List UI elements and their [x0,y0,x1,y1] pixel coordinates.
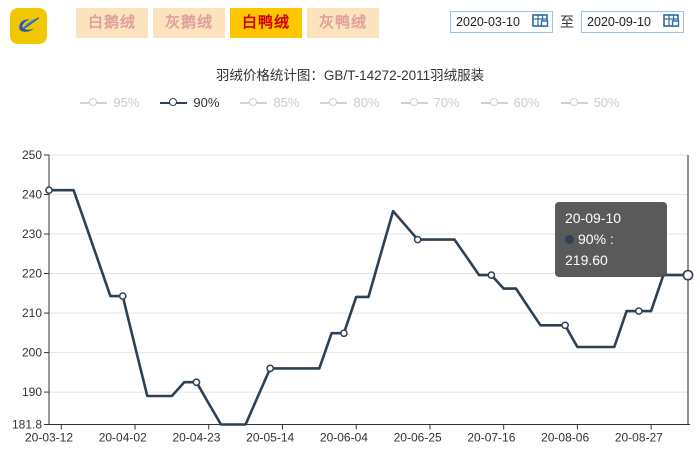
tab-grey-duck-down[interactable]: 灰鸭绒 [307,8,379,38]
x-axis-label: 20-06-25 [394,431,442,445]
chart-title: 羽绒价格统计图：GB/T-14272-2011羽绒服装 [215,68,485,83]
data-point-marker [118,292,127,300]
tab-white-duck-down[interactable]: 白鸭绒 [230,8,302,38]
x-axis-label: 20-08-27 [615,431,663,445]
x-axis-label: 20-04-23 [172,431,220,445]
y-axis-label: 200 [22,346,42,360]
category-tabs: 白鹅绒 灰鹅绒 白鸭绒 灰鸭绒 [76,8,379,38]
x-axis-label: 20-03-12 [25,431,73,445]
data-point-marker [45,186,53,195]
line-circle-marker-icon [80,98,108,107]
start-date-value: 2020-03-10 [456,15,520,29]
site-logo [10,8,47,44]
tab-white-goose-down[interactable]: 白鹅绒 [76,8,148,38]
x-axis-label: 20-05-14 [246,431,294,445]
calendar-icon[interactable] [532,13,549,31]
legend-item-95[interactable]: 95% [80,95,139,110]
data-point-marker [561,321,569,330]
legend-item-90[interactable]: 90% [160,95,219,110]
y-axis-label: 190 [22,385,42,399]
x-axis-label: 20-06-04 [320,431,368,445]
y-axis-label: 181.8 [12,418,42,432]
legend-item-85[interactable]: 85% [240,95,299,110]
data-point-marker [192,378,201,387]
end-date-input[interactable]: 2020-09-10 [581,11,684,33]
feather-pen-icon [14,9,44,44]
date-range-picker: 2020-03-10 至 2020-09-10 [450,11,684,33]
data-point-marker [487,271,496,279]
data-point-marker [634,307,643,315]
start-date-input[interactable]: 2020-03-10 [450,11,553,33]
y-axis-label: 210 [22,306,42,320]
line-circle-marker-icon [160,98,188,107]
price-line [47,188,690,426]
legend-item-60[interactable]: 60% [480,95,540,110]
legend-item-70[interactable]: 70% [400,95,460,110]
legend-item-80[interactable]: 80% [320,95,380,110]
tab-grey-goose-down[interactable]: 灰鹅绒 [153,8,225,38]
data-point-marker [413,235,422,244]
x-axis-label: 20-08-06 [541,431,589,445]
y-axis-label: 230 [22,227,42,241]
line-circle-marker-icon [240,98,268,107]
chart-legend: 95% 90% 85% 80% 70% 60% 50% [0,95,700,110]
highlighted-point [682,269,694,281]
line-circle-marker-icon [400,98,428,107]
calendar-icon[interactable] [663,13,680,31]
data-point-marker [340,329,348,338]
line-circle-marker-icon [480,98,508,107]
data-point-marker [266,364,275,373]
line-circle-marker-icon [320,98,348,107]
y-axis-label: 220 [22,267,42,281]
y-axis-label: 250 [22,148,42,162]
date-separator-label: 至 [560,14,574,30]
x-axis-label: 20-07-16 [467,431,515,445]
legend-item-50[interactable]: 50% [560,95,620,110]
y-axis-label: 240 [22,188,42,202]
end-date-value: 2020-09-10 [587,15,651,29]
line-circle-marker-icon [560,98,588,107]
x-axis-label: 20-04-02 [99,431,147,445]
